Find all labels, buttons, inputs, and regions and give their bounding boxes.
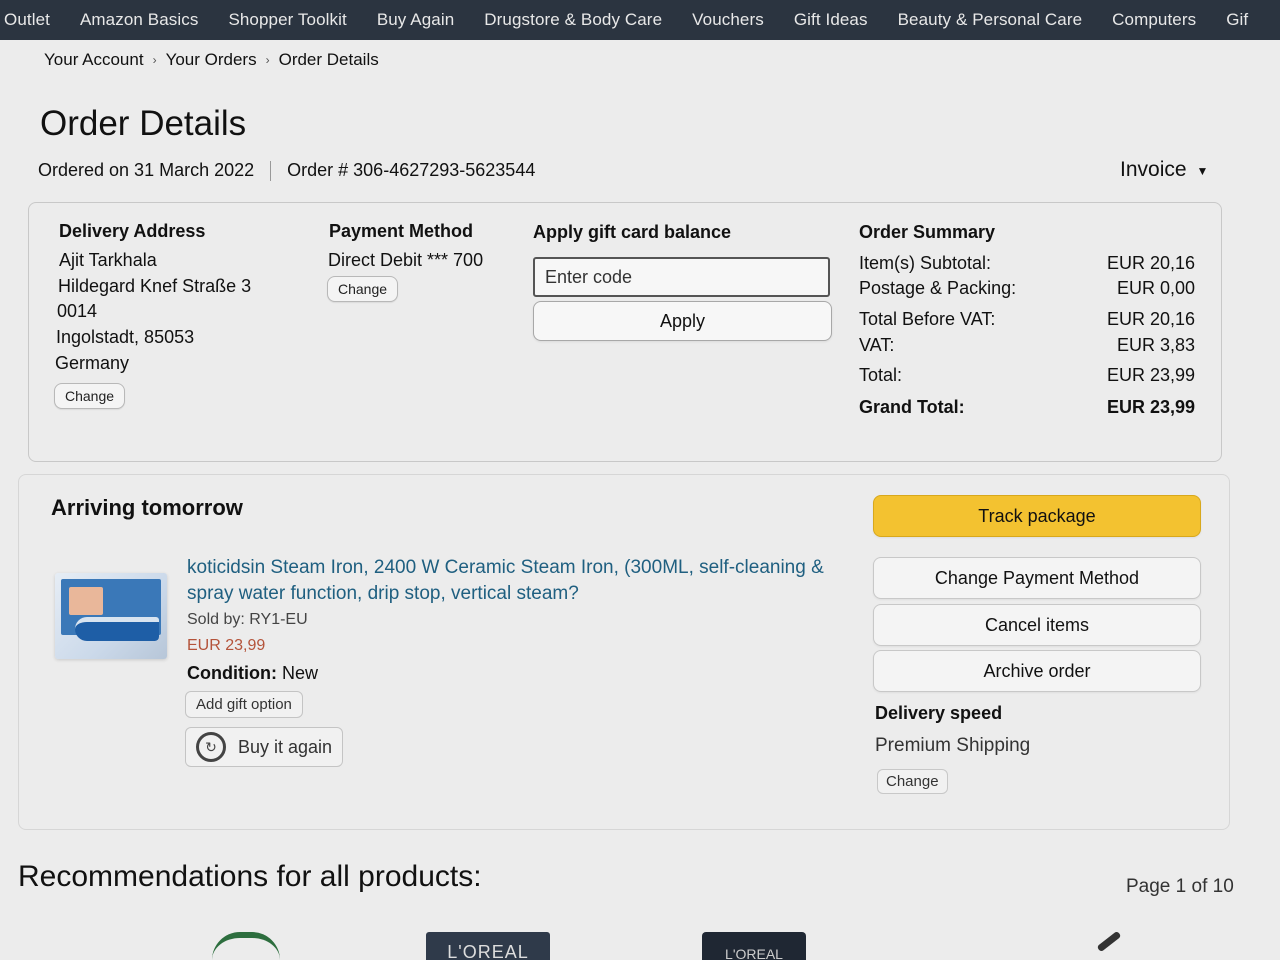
chevron-right-icon: › — [265, 53, 270, 67]
meta-divider — [270, 160, 272, 181]
gift-code-input[interactable] — [533, 257, 830, 297]
shipment-status: Arriving tomorrow — [51, 495, 243, 520]
buy-again-icon: ↻ — [196, 732, 226, 762]
invoice-label: Invoice — [1120, 158, 1187, 181]
recommendation-item[interactable]: L'OREAL — [702, 932, 806, 960]
recommendation-brand: L'OREAL — [725, 946, 783, 960]
summary-row-before-vat: Total Before VAT: EUR 20,16 — [859, 309, 1195, 330]
track-package-button[interactable]: Track package — [873, 495, 1201, 537]
summary-row-vat: VAT: EUR 3,83 — [859, 335, 1195, 356]
ordered-on-date: Ordered on 31 March 2022 — [38, 160, 255, 180]
breadcrumb-your-account[interactable]: Your Account — [44, 50, 144, 70]
steam-iron-icon — [75, 617, 159, 641]
summary-value: EUR 20,16 — [1106, 253, 1195, 273]
product-price: EUR 23,99 — [187, 637, 266, 654]
recommendation-item[interactable] — [212, 932, 280, 960]
summary-label: Postage & Packing: — [859, 278, 1017, 298]
change-address-button[interactable]: Change — [54, 383, 126, 409]
summary-label: Grand Total: — [859, 397, 965, 417]
nav-item-computers[interactable]: Computers — [1097, 10, 1211, 30]
product-photo-graphic — [69, 587, 103, 615]
top-nav: Outlet Amazon Basics Shopper Toolkit Buy… — [0, 0, 1280, 40]
condition-label: Condition: — [187, 663, 277, 683]
recommendation-item[interactable] — [1090, 930, 1124, 960]
address-name: Ajit Tarkhala — [59, 250, 157, 270]
address-street: Hildegard Knef Straße 3 — [58, 276, 252, 296]
delivery-speed-title: Delivery speed — [875, 703, 1003, 723]
payment-method-title: Payment Method — [329, 221, 474, 241]
nav-item-outlet[interactable]: Outlet — [0, 10, 65, 30]
breadcrumb-order-details: Order Details — [278, 50, 379, 69]
recommendations-title: Recommendations for all products: — [18, 860, 482, 893]
nav-item-drugstore[interactable]: Drugstore & Body Care — [469, 10, 677, 30]
nav-item-gift-cards[interactable]: Gif — [1211, 10, 1263, 30]
change-delivery-speed-button[interactable]: Change — [877, 769, 948, 794]
recommendation-item[interactable]: L'OREAL — [426, 932, 550, 960]
add-gift-option-button[interactable]: Add gift option — [185, 691, 303, 718]
condition-value: New — [281, 663, 318, 683]
gift-card-title: Apply gift card balance — [533, 222, 732, 242]
summary-label: Item(s) Subtotal: — [859, 253, 992, 273]
product-condition: Condition: New — [187, 663, 318, 684]
summary-row-grand-total: Grand Total: EUR 23,99 — [859, 397, 1195, 418]
order-number: Order # 306-4627293-5623544 — [287, 160, 536, 180]
summary-value: EUR 23,99 — [1106, 397, 1195, 417]
summary-value: EUR 0,00 — [1116, 278, 1195, 298]
nav-item-amazon-basics[interactable]: Amazon Basics — [65, 10, 213, 30]
shipment-box: Arriving tomorrow koticidsin Steam Iron,… — [18, 474, 1230, 830]
summary-value: EUR 3,83 — [1116, 335, 1195, 355]
chevron-right-icon: › — [152, 53, 157, 67]
payment-method-value: Direct Debit *** 700 — [328, 250, 484, 270]
delivery-speed-value: Premium Shipping — [875, 735, 1031, 756]
invoice-dropdown[interactable]: Invoice ▼ — [1120, 158, 1208, 182]
address-line3: 0014 — [57, 301, 98, 321]
sold-by: Sold by: RY1-EU — [187, 611, 308, 628]
summary-value: EUR 23,99 — [1106, 365, 1195, 385]
summary-row-postage: Postage & Packing: EUR 0,00 — [859, 278, 1195, 299]
archive-order-button[interactable]: Archive order — [873, 650, 1201, 692]
delivery-address-title: Delivery Address — [59, 221, 206, 241]
buy-again-label: Buy it again — [238, 736, 333, 757]
nav-item-buy-again[interactable]: Buy Again — [362, 10, 469, 30]
summary-label: Total Before VAT: — [859, 309, 996, 329]
nav-item-beauty[interactable]: Beauty & Personal Care — [883, 10, 1098, 30]
nav-item-vouchers[interactable]: Vouchers — [677, 10, 779, 30]
order-info-box: Delivery Address Ajit Tarkhala Hildegard… — [28, 202, 1222, 462]
product-image[interactable] — [55, 573, 167, 659]
brush-icon — [1096, 930, 1122, 953]
nav-item-shopper-toolkit[interactable]: Shopper Toolkit — [213, 10, 361, 30]
summary-value: EUR 20,16 — [1106, 309, 1195, 329]
summary-row-total: Total: EUR 23,99 — [859, 365, 1195, 386]
breadcrumb-your-orders[interactable]: Your Orders — [166, 50, 257, 70]
address-country: Germany — [55, 353, 130, 373]
nav-item-gift-ideas[interactable]: Gift Ideas — [779, 10, 883, 30]
recommendation-brand: L'OREAL — [447, 942, 529, 960]
buy-again-button[interactable]: ↻ Buy it again — [185, 727, 343, 767]
page-title: Order Details — [40, 104, 247, 143]
summary-label: VAT: — [859, 335, 895, 355]
summary-row-subtotal: Item(s) Subtotal: EUR 20,16 — [859, 253, 1195, 274]
order-summary-title: Order Summary — [859, 222, 996, 242]
change-payment-button[interactable]: Change — [327, 276, 399, 302]
apply-gift-card-button[interactable]: Apply — [533, 301, 832, 341]
address-city: Ingolstadt, 85053 — [56, 327, 195, 347]
product-title-link[interactable]: koticidsin Steam Iron, 2400 W Ceramic St… — [187, 555, 827, 607]
page-indicator: Page 1 of 10 — [1126, 876, 1234, 897]
order-meta: Ordered on 31 March 2022 Order # 306-462… — [38, 160, 535, 181]
chevron-down-icon: ▼ — [1196, 164, 1209, 178]
summary-label: Total: — [859, 365, 903, 385]
cancel-items-button[interactable]: Cancel items — [873, 604, 1201, 646]
breadcrumb: Your Account › Your Orders › Order Detai… — [44, 50, 379, 70]
change-payment-method-button[interactable]: Change Payment Method — [873, 557, 1201, 599]
